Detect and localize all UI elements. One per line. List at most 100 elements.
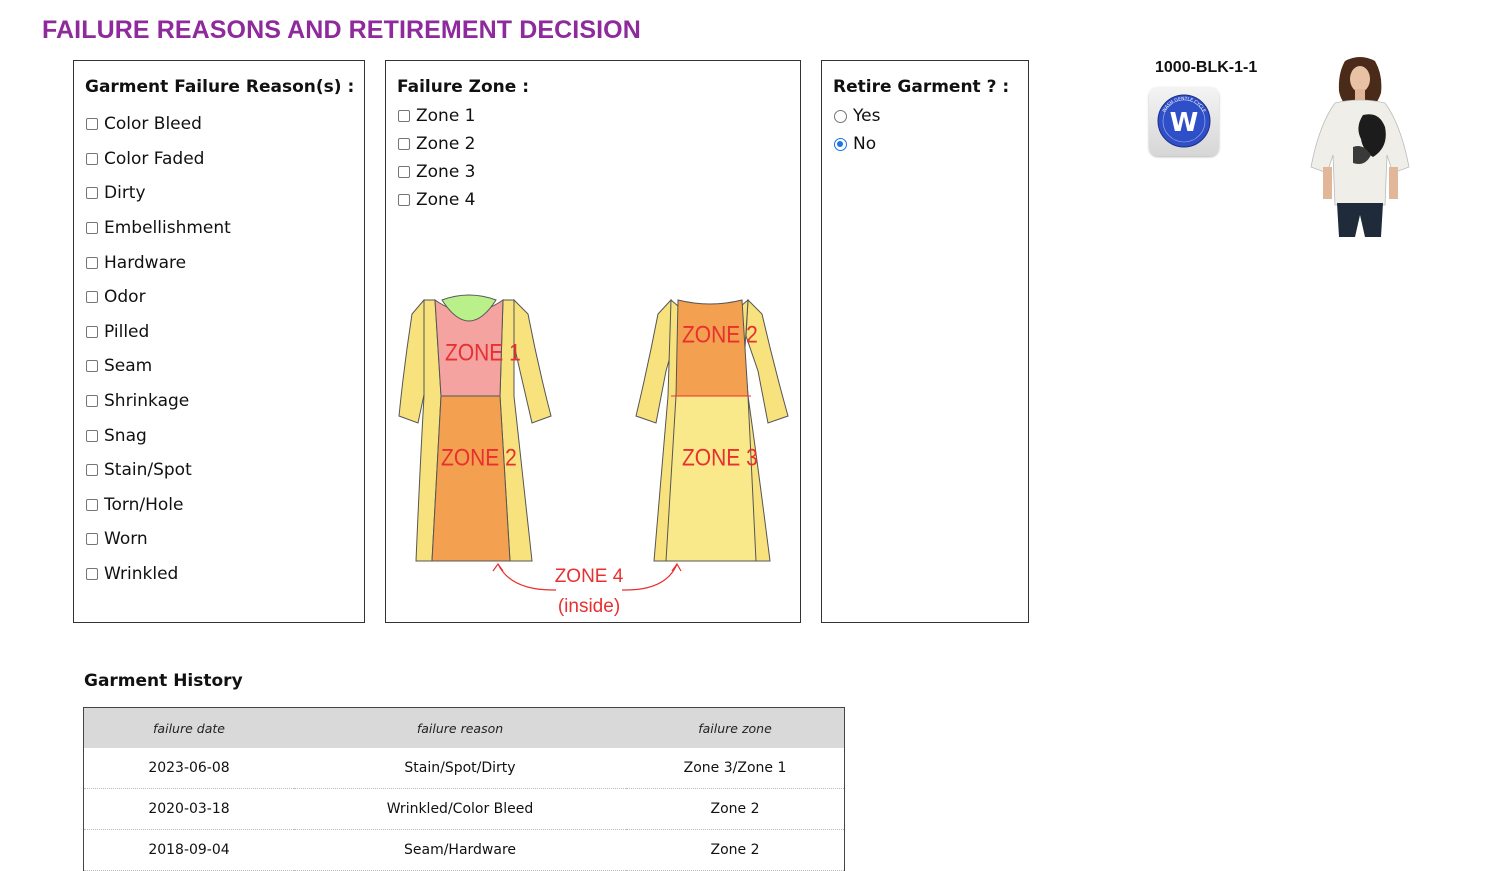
zone-checkbox-zone-1[interactable] [398, 110, 410, 122]
reason-option-dirty[interactable]: Dirty [85, 176, 231, 211]
cell-failure-zone: Zone 2 [626, 788, 845, 830]
reason-checkbox-dirty[interactable] [86, 187, 98, 200]
zone-option-zone-2[interactable]: Zone 2 [397, 130, 476, 158]
cell-failure-reason: Stain/Spot/Dirty [294, 748, 626, 789]
cell-failure-date: 2023-06-08 [83, 748, 294, 789]
page-title: FAILURE REASONS AND RETIREMENT DECISION [42, 16, 641, 44]
reason-option-pilled[interactable]: Pilled [85, 315, 231, 350]
failure-reasons-label: Garment Failure Reason(s) : [85, 77, 355, 97]
retire-option-yes[interactable]: Yes [833, 102, 880, 130]
retire-garment-options: Yes No [833, 102, 880, 158]
reason-label: Wrinkled [104, 564, 179, 585]
reason-checkbox-torn-hole[interactable] [86, 498, 98, 511]
cell-failure-date: 2018-09-04 [83, 829, 294, 871]
failure-zone-list: Zone 1 Zone 2 Zone 3 Zone 4 [397, 102, 476, 214]
table-header-row: failure date failure reason failure zone [83, 707, 845, 748]
reason-label: Shrinkage [104, 391, 190, 412]
reason-option-seam[interactable]: Seam [85, 349, 231, 384]
zone-option-zone-1[interactable]: Zone 1 [397, 102, 476, 130]
reason-label: Embellishment [104, 218, 231, 239]
back-right-sleeve [745, 298, 789, 424]
reason-option-shrinkage[interactable]: Shrinkage [85, 384, 231, 419]
reason-label: Seam [104, 356, 153, 377]
failure-reasons-list: Color Bleed Color Faded Dirty Embellishment… [85, 107, 231, 591]
back-zone-2-area [675, 299, 749, 397]
reason-checkbox-seam[interactable] [86, 360, 98, 373]
reason-checkbox-stain-spot[interactable] [86, 464, 98, 477]
zone-label: Zone 3 [416, 162, 476, 182]
reason-option-torn-hole[interactable]: Torn/Hole [85, 488, 231, 523]
front-zone-1-text: ZONE 1 [445, 339, 521, 366]
zone-option-zone-3[interactable]: Zone 3 [397, 158, 476, 186]
reason-checkbox-color-bleed[interactable] [86, 118, 98, 131]
zone-4-arrow-left [497, 563, 557, 591]
retire-radio-yes[interactable] [834, 109, 847, 123]
reason-checkbox-shrinkage[interactable] [86, 395, 98, 408]
reason-checkbox-color-faded[interactable] [86, 152, 98, 165]
zone-4-note-text: (inside) [558, 596, 620, 617]
cell-failure-zone: Zone 2 [626, 829, 845, 871]
reason-option-wrinkled[interactable]: Wrinkled [85, 557, 231, 592]
reason-label: Worn [104, 529, 148, 550]
garment-photo [1310, 57, 1410, 237]
reason-label: Snag [104, 425, 147, 446]
reason-option-embellishment[interactable]: Embellishment [85, 211, 231, 246]
back-zone-3-area [665, 395, 757, 562]
reason-checkbox-embellishment[interactable] [86, 222, 98, 235]
garment-history-title: Garment History [84, 671, 243, 691]
reason-option-snag[interactable]: Snag [85, 418, 231, 453]
zone-4-arrow-right [621, 563, 678, 591]
column-header-failure-zone: failure zone [626, 707, 845, 748]
reason-label: Pilled [104, 321, 150, 342]
reason-label: Color Bleed [104, 114, 202, 135]
reason-option-hardware[interactable]: Hardware [85, 245, 231, 280]
front-dress: ZONE 1 ZONE 2 [398, 294, 552, 562]
back-zone-3-text: ZONE 3 [682, 444, 758, 471]
retire-label: Yes [853, 106, 881, 126]
cell-failure-zone: Zone 3/Zone 1 [626, 748, 845, 789]
zone-diagram: ZONE 1 ZONE 2 ZONE 2 ZONE 3 ZONE 4 (insi… [398, 294, 789, 617]
reason-option-odor[interactable]: Odor [85, 280, 231, 315]
product-sku: 1000-BLK-1-1 [1155, 59, 1258, 76]
reason-option-color-bleed[interactable]: Color Bleed [85, 107, 231, 142]
wash-gentle-cycle-icon: WASH GENTLE CYCLE W [1157, 94, 1211, 148]
reason-checkbox-pilled[interactable] [86, 325, 98, 338]
reason-label: Stain/Spot [104, 460, 192, 481]
reason-checkbox-worn[interactable] [86, 533, 98, 546]
care-badge: WASH GENTLE CYCLE W [1149, 87, 1219, 156]
reason-option-color-faded[interactable]: Color Faded [85, 142, 231, 177]
cell-failure-reason: Seam/Hardware [294, 829, 626, 871]
table-row: 2018-09-04 Seam/Hardware Zone 2 [83, 829, 845, 871]
reason-checkbox-snag[interactable] [86, 429, 98, 442]
failure-reasons-panel: Garment Failure Reason(s) : Color Bleed C… [73, 60, 365, 623]
reason-label: Hardware [104, 252, 187, 273]
back-dress: ZONE 2 ZONE 3 [635, 298, 789, 562]
table-row: 2020-03-18 Wrinkled/Color Bleed Zone 2 [83, 788, 845, 830]
retire-garment-label: Retire Garment ? : [833, 77, 1010, 97]
reason-checkbox-hardware[interactable] [86, 256, 98, 269]
zone-checkbox-zone-4[interactable] [398, 194, 410, 206]
retire-label: No [853, 134, 877, 154]
retire-radio-no[interactable] [834, 137, 847, 151]
zone-label: Zone 4 [416, 190, 476, 210]
reason-option-worn[interactable]: Worn [85, 522, 231, 557]
table-row: 2023-06-08 Stain/Spot/Dirty Zone 3/Zone … [83, 748, 845, 789]
reason-option-stain-spot[interactable]: Stain/Spot [85, 453, 231, 488]
reason-label: Odor [104, 287, 146, 308]
zone-option-zone-4[interactable]: Zone 4 [397, 186, 476, 214]
zone-checkbox-zone-3[interactable] [398, 166, 410, 178]
back-zone-2-text: ZONE 2 [682, 321, 758, 348]
reason-checkbox-wrinkled[interactable] [86, 568, 98, 581]
reason-label: Torn/Hole [104, 494, 184, 515]
retire-garment-panel: Retire Garment ? : Yes No [821, 60, 1029, 623]
zone-checkbox-zone-2[interactable] [398, 138, 410, 150]
garment-history-table: failure date failure reason failure zone… [83, 707, 845, 871]
retire-option-no[interactable]: No [833, 130, 880, 158]
reason-label: Color Faded [104, 148, 205, 169]
reason-checkbox-odor[interactable] [86, 291, 98, 304]
column-header-failure-date: failure date [83, 707, 294, 748]
cell-failure-reason: Wrinkled/Color Bleed [294, 788, 626, 830]
cell-failure-date: 2020-03-18 [83, 788, 294, 830]
column-header-failure-reason: failure reason [294, 707, 626, 748]
failure-zone-label: Failure Zone : [397, 77, 530, 97]
